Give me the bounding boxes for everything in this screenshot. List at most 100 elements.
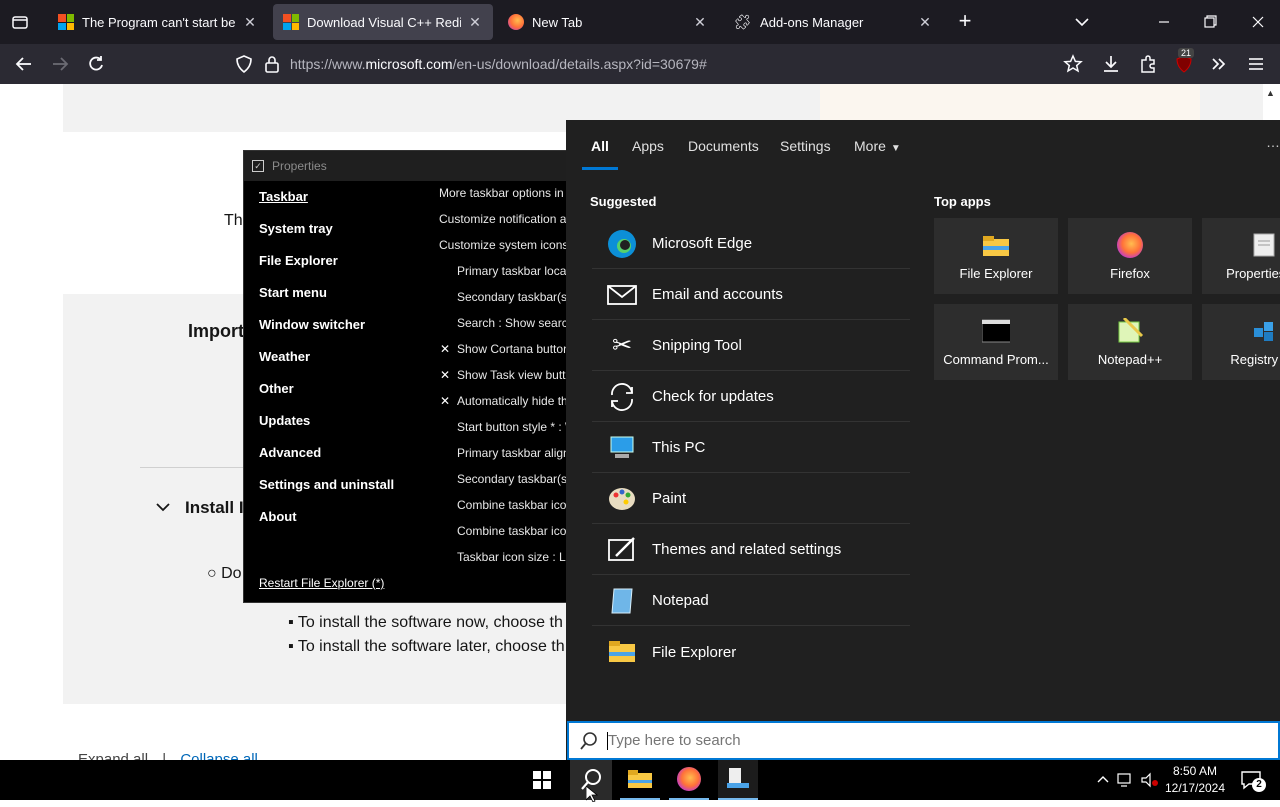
taskbar-file-explorer[interactable]: [620, 760, 660, 800]
option-customize-system-icons[interactable]: Customize system icons: [439, 238, 569, 252]
option-combine-icons-2[interactable]: Combine taskbar ico: [457, 524, 569, 538]
taskbar-firefox[interactable]: [669, 760, 709, 800]
suggestion-email-accounts[interactable]: Email and accounts: [592, 270, 910, 320]
option-primary-taskbar-align[interactable]: Primary taskbar align: [457, 446, 569, 460]
new-tab-button[interactable]: +: [954, 10, 976, 32]
overflow-chevron-icon[interactable]: [1207, 52, 1231, 76]
option-more-taskbar[interactable]: More taskbar options in: [439, 186, 569, 200]
search-input[interactable]: [608, 725, 1278, 756]
tab-addons-manager[interactable]: 🧩︎ Add-ons Manager ✕: [723, 4, 943, 40]
network-icon[interactable]: [1116, 760, 1136, 800]
option-start-button-style[interactable]: Start button style * : W: [457, 420, 569, 434]
top-app-command-prompt[interactable]: Command Prom...: [934, 304, 1058, 380]
tab-title: The Program can't start because: [82, 14, 236, 30]
category-weather[interactable]: Weather: [259, 349, 310, 364]
properties-app-icon: [1250, 232, 1278, 258]
tab-download-visual-cpp[interactable]: Download Visual C++ Redistrib ✕: [273, 4, 493, 40]
hamburger-menu-icon[interactable]: [1244, 52, 1268, 76]
top-app-registry-editor[interactable]: Registry Ed: [1202, 304, 1280, 380]
close-tab-icon[interactable]: ✕: [242, 14, 258, 31]
close-tab-icon[interactable]: ✕: [467, 14, 483, 31]
properties-title-bar[interactable]: ✓ Properties: [244, 151, 567, 181]
forward-arrow-icon[interactable]: [48, 52, 72, 76]
more-options-icon[interactable]: …: [1266, 134, 1280, 150]
option-auto-hide[interactable]: Automatically hide th: [457, 394, 569, 408]
top-app-firefox[interactable]: Firefox: [1068, 218, 1192, 294]
check-x-icon: ✕: [440, 368, 451, 382]
top-app-file-explorer[interactable]: File Explorer: [934, 218, 1058, 294]
start-button[interactable]: [522, 760, 562, 800]
chevron-down-icon[interactable]: [155, 499, 171, 515]
scroll-up-arrow-icon[interactable]: ▲: [1266, 88, 1276, 98]
close-tab-icon[interactable]: ✕: [692, 14, 708, 31]
option-search[interactable]: Search : Show search: [457, 316, 569, 330]
category-file-explorer[interactable]: File Explorer: [259, 253, 338, 268]
tab-apps[interactable]: Apps: [632, 138, 664, 154]
category-about[interactable]: About: [259, 509, 297, 524]
close-tab-icon[interactable]: ✕: [917, 14, 933, 31]
category-other[interactable]: Other: [259, 381, 294, 396]
notepadpp-icon: [1116, 317, 1144, 344]
suggestion-paint[interactable]: Paint: [592, 474, 910, 524]
list-all-tabs-icon[interactable]: [1072, 12, 1092, 32]
volume-muted-icon[interactable]: [1140, 760, 1160, 800]
category-updates[interactable]: Updates: [259, 413, 310, 428]
suggestion-notepad[interactable]: Notepad: [592, 576, 910, 626]
tab-all[interactable]: All: [591, 138, 609, 154]
suggestion-label: Snipping Tool: [652, 337, 742, 354]
suggestion-snipping-tool[interactable]: ✂ Snipping Tool: [592, 321, 910, 371]
suggestion-microsoft-edge[interactable]: Microsoft Edge: [592, 219, 910, 269]
extensions-icon[interactable]: [1136, 52, 1160, 76]
option-customize-notification[interactable]: Customize notification a: [439, 212, 569, 226]
shield-icon[interactable]: [232, 52, 256, 76]
circle-bullet-icon: ○: [207, 565, 222, 582]
tab-list-icon[interactable]: [10, 12, 30, 32]
option-combine-icons-1[interactable]: Combine taskbar ico: [457, 498, 569, 512]
category-taskbar[interactable]: Taskbar: [259, 189, 308, 204]
option-primary-taskbar-location[interactable]: Primary taskbar locat: [457, 264, 569, 278]
bookmark-star-icon[interactable]: [1061, 52, 1085, 76]
tab-documents[interactable]: Documents: [688, 138, 759, 154]
suggestion-this-pc[interactable]: This PC: [592, 423, 910, 473]
close-window-button[interactable]: [1246, 12, 1270, 32]
top-apps-label: Top apps: [934, 194, 991, 209]
show-hidden-icons-chevron-icon[interactable]: [1094, 760, 1112, 800]
restart-file-explorer-link[interactable]: Restart File Explorer (*): [259, 576, 384, 590]
option-secondary-taskbar-2[interactable]: Secondary taskbar(s): [457, 472, 569, 486]
suggestion-label: Paint: [652, 490, 687, 507]
install-heading[interactable]: Install I: [185, 498, 244, 518]
tab-settings[interactable]: Settings: [780, 138, 831, 154]
top-app-notepadpp[interactable]: Notepad++: [1068, 304, 1192, 380]
suggestion-file-explorer[interactable]: File Explorer: [592, 627, 910, 677]
option-secondary-taskbar[interactable]: Secondary taskbar(s): [457, 290, 569, 304]
suggestion-label: Microsoft Edge: [652, 235, 753, 252]
action-center-button[interactable]: 2: [1234, 760, 1268, 800]
top-app-properties[interactable]: Properties (E: [1202, 218, 1280, 294]
taskbar-properties-app[interactable]: [718, 760, 758, 800]
taskbar-search-box[interactable]: [567, 721, 1280, 760]
tab-program-cant-start[interactable]: The Program can't start because ✕: [48, 4, 268, 40]
category-start-menu[interactable]: Start menu: [259, 285, 327, 300]
reload-icon[interactable]: [84, 52, 108, 76]
lock-icon[interactable]: [260, 52, 284, 76]
suggestion-themes[interactable]: Themes and related settings: [592, 525, 910, 575]
terminal-icon: [982, 318, 1010, 344]
category-advanced[interactable]: Advanced: [259, 445, 321, 460]
back-arrow-icon[interactable]: [12, 52, 36, 76]
category-window-switcher[interactable]: Window switcher: [259, 317, 365, 332]
properties-app-icon: [727, 768, 749, 788]
category-settings-uninstall[interactable]: Settings and uninstall: [259, 477, 394, 492]
downloads-icon[interactable]: [1099, 52, 1123, 76]
restore-button[interactable]: [1198, 12, 1222, 32]
url-bar[interactable]: https://www. microsoft.com/en-us/download…: [290, 48, 1160, 80]
clock[interactable]: 8:50 AM 12/17/2024: [1164, 763, 1226, 797]
suggestion-check-updates[interactable]: Check for updates: [592, 372, 910, 422]
tab-more[interactable]: More ▼: [854, 138, 901, 154]
tab-new-tab[interactable]: New Tab ✕: [498, 4, 718, 40]
option-show-cortana[interactable]: Show Cortana button: [457, 342, 569, 356]
option-taskbar-icon-size[interactable]: Taskbar icon size : La: [457, 550, 569, 564]
category-system-tray[interactable]: System tray: [259, 221, 333, 236]
url-path: /en-us/download/details.aspx?id=30679#: [452, 56, 707, 72]
option-show-task-view[interactable]: Show Task view butto: [457, 368, 569, 382]
minimize-button[interactable]: [1152, 12, 1176, 32]
